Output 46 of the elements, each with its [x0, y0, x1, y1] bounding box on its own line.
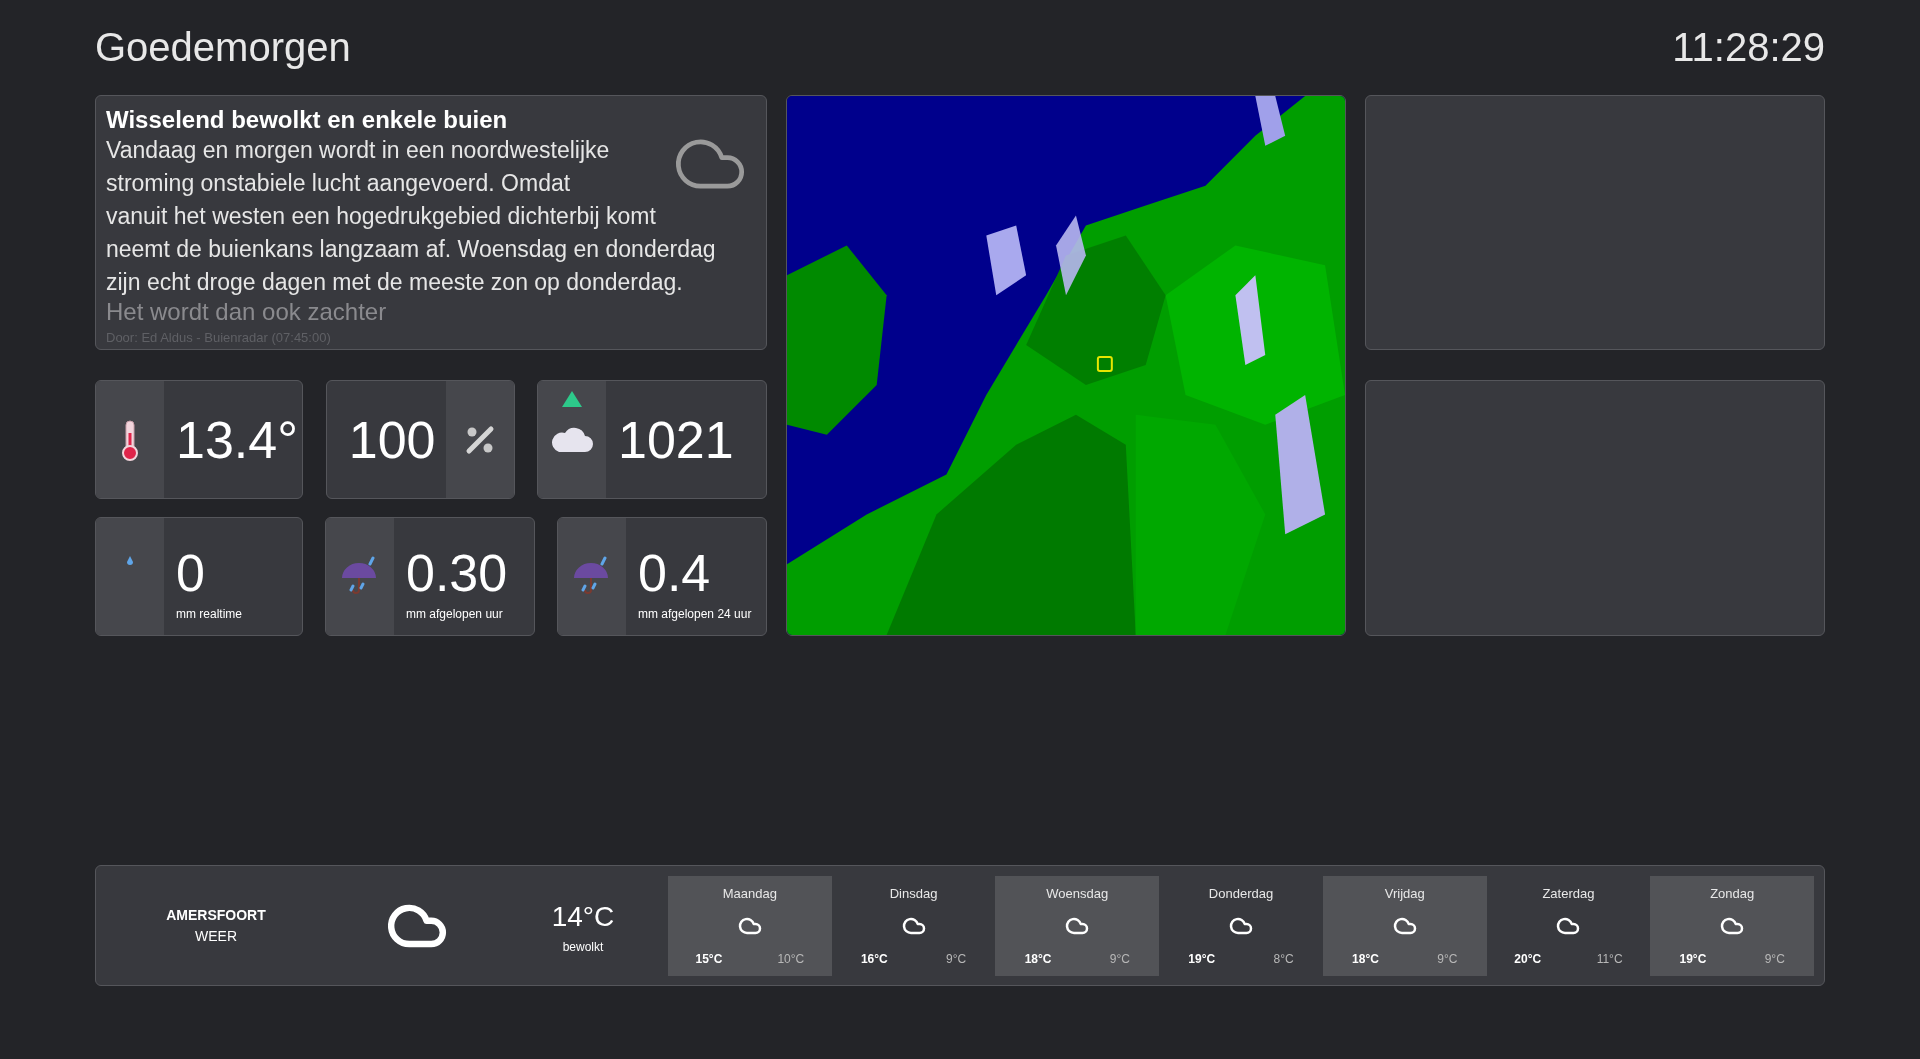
- low-temperature: 9°C: [1109, 950, 1130, 968]
- measurement-value: 1021: [618, 413, 734, 466]
- rain-value: 0.4: [638, 547, 712, 599]
- rain-value: 0.30: [406, 547, 509, 599]
- day-name: Zaterdag: [1542, 884, 1595, 903]
- high-temperature: 15°C: [695, 950, 723, 968]
- city-subtitle: WEER: [195, 926, 237, 946]
- day-name: Vrijdag: [1384, 884, 1425, 903]
- high-temperature: 18°C: [1024, 950, 1052, 968]
- cloud-icon: [551, 426, 593, 453]
- forecast-text-line: zijn echt droge dagen met de meeste zon op donderdag.: [106, 268, 683, 297]
- rain-unit: mm realtime: [176, 606, 243, 623]
- high-temperature: 19°C: [1679, 950, 1707, 968]
- forecast-title: Wisselend bewolkt en enkele buien: [106, 106, 509, 134]
- day-name: Woensdag: [1046, 884, 1109, 903]
- city-name: AMERSFOORT: [166, 905, 266, 925]
- day-name: Dinsdag: [889, 884, 938, 903]
- forecast-text-line: vanuit het westen een hogedrukgebied dichterbij komt: [106, 202, 656, 231]
- current-temperature: 14°C: [551, 899, 615, 934]
- low-temperature: 9°C: [946, 950, 967, 968]
- day-name: Maandag: [722, 884, 777, 903]
- droplet-icon: [127, 556, 133, 565]
- high-temperature: 16°C: [860, 950, 888, 968]
- forecast-text-line: neemt de buienkans langzaam af. Woensdag en donderdag: [106, 235, 716, 264]
- rain-unit: mm afgelopen 24 uur: [638, 606, 753, 623]
- clock: 11:28:29: [1672, 23, 1825, 71]
- forecast-text-line: Vandaag en morgen wordt in een noordwestelijke: [106, 136, 610, 165]
- low-temperature: 10°C: [777, 950, 805, 968]
- current-condition: bewolkt: [562, 938, 604, 956]
- high-temperature: 19°C: [1188, 950, 1216, 968]
- day-name: Donderdag: [1208, 884, 1274, 903]
- rain-value: 0: [176, 547, 206, 599]
- forecast-text-faded: Het wordt dan ook zachter: [106, 299, 387, 325]
- rain-unit: mm afgelopen uur: [406, 606, 504, 623]
- forecast-text-line: stroming onstabiele lucht aangevoerd. Omdat: [106, 169, 571, 198]
- measurement-value: 13.4°: [176, 413, 298, 466]
- low-temperature: 8°C: [1273, 950, 1294, 968]
- high-temperature: 18°C: [1352, 950, 1379, 968]
- low-temperature: 11°C: [1596, 950, 1623, 968]
- low-temperature: 9°C: [1437, 950, 1458, 968]
- low-temperature: 9°C: [1764, 950, 1785, 968]
- thermometer-icon: [121, 418, 139, 461]
- measurement-value: 100: [348, 413, 436, 466]
- greeting: Goedemorgen: [95, 23, 351, 71]
- high-temperature: 20°C: [1514, 950, 1542, 968]
- day-name: Zondag: [1710, 884, 1755, 903]
